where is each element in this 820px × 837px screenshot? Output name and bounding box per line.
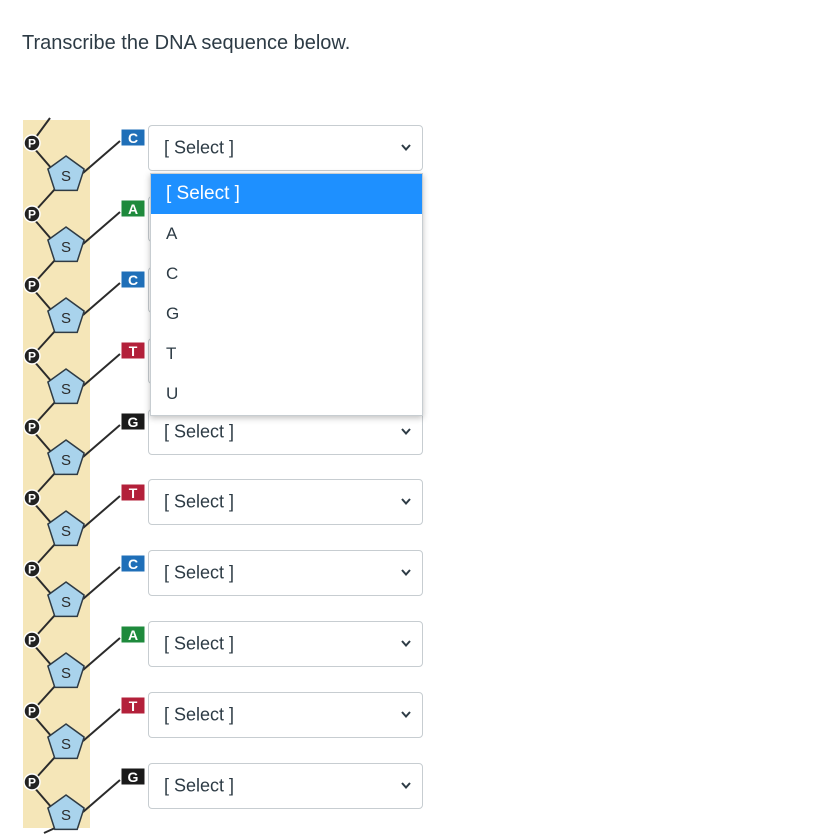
- chevron-down-icon: [401, 144, 411, 152]
- select-value: [ Select ]: [164, 137, 235, 158]
- dropdown-option[interactable]: T: [151, 334, 422, 374]
- dropdown-option-label: [ Select ]: [166, 183, 240, 204]
- sugar-label: S: [61, 523, 71, 540]
- base-letter: A: [128, 201, 138, 217]
- sugar-label: S: [61, 736, 71, 753]
- chevron-down-icon: [401, 569, 411, 577]
- sugar-label: S: [61, 807, 71, 824]
- select-dropdown-list[interactable]: [ Select ] A C G T U: [150, 173, 423, 416]
- phosphate-label: P: [28, 350, 36, 364]
- base-letter: A: [128, 627, 138, 643]
- phosphate-label: P: [28, 705, 36, 719]
- sugar-label: S: [61, 239, 71, 256]
- dropdown-option[interactable]: C: [151, 254, 422, 294]
- select-value: [ Select ]: [164, 562, 235, 583]
- phosphate-label: P: [28, 776, 36, 790]
- select-value: [ Select ]: [164, 633, 235, 654]
- select-value: [ Select ]: [164, 421, 235, 442]
- phosphate-label: P: [28, 634, 36, 648]
- answer-select-6[interactable]: [ Select ]: [148, 479, 423, 525]
- answer-select-8[interactable]: [ Select ]: [148, 621, 423, 667]
- dropdown-option-label: C: [166, 264, 179, 283]
- answer-select-9[interactable]: [ Select ]: [148, 692, 423, 738]
- chevron-down-icon: [401, 711, 411, 719]
- dropdown-option-label: G: [166, 304, 180, 323]
- answer-select-7[interactable]: [ Select ]: [148, 550, 423, 596]
- dropdown-option[interactable]: [ Select ]: [151, 174, 422, 214]
- select-value: [ Select ]: [164, 704, 235, 725]
- phosphate-label: P: [28, 492, 36, 506]
- dropdown-option-label: U: [166, 384, 179, 403]
- sugar-label: S: [61, 665, 71, 682]
- chevron-down-icon: [401, 498, 411, 506]
- dropdown-option-label: T: [166, 344, 177, 363]
- dropdown-option[interactable]: A: [151, 214, 422, 254]
- sugar-label: S: [61, 310, 71, 327]
- base-letter: C: [128, 130, 138, 146]
- backbone-bond: [43, 827, 56, 834]
- base-letter: T: [129, 343, 138, 359]
- phosphate-label: P: [28, 563, 36, 577]
- dropdown-option[interactable]: U: [151, 374, 422, 414]
- phosphate-label: P: [28, 137, 36, 151]
- base-letter: G: [128, 414, 139, 430]
- base-letter: C: [128, 556, 138, 572]
- sugar-label: S: [61, 594, 71, 611]
- base-letter: C: [128, 272, 138, 288]
- sugar-label: S: [61, 381, 71, 398]
- sugar-label: S: [61, 168, 71, 185]
- phosphate-label: P: [28, 208, 36, 222]
- select-value: [ Select ]: [164, 491, 235, 512]
- dropdown-option-label: A: [166, 224, 178, 243]
- dna-strand-diagram: P S C P S A P S C P S T P S G P S T P S C P S A P S T P S G: [23, 117, 146, 834]
- chevron-down-icon: [401, 428, 411, 436]
- phosphate-label: P: [28, 279, 36, 293]
- answer-select-10[interactable]: [ Select ]: [148, 763, 423, 809]
- sugar-label: S: [61, 452, 71, 469]
- answer-select-1[interactable]: [ Select ]: [148, 125, 423, 171]
- base-letter: G: [128, 769, 139, 785]
- dropdown-option[interactable]: G: [151, 294, 422, 334]
- base-letter: T: [129, 698, 138, 714]
- chevron-down-icon: [401, 640, 411, 648]
- base-letter: T: [129, 485, 138, 501]
- phosphate-label: P: [28, 421, 36, 435]
- select-value: [ Select ]: [164, 775, 235, 796]
- chevron-down-icon: [401, 782, 411, 790]
